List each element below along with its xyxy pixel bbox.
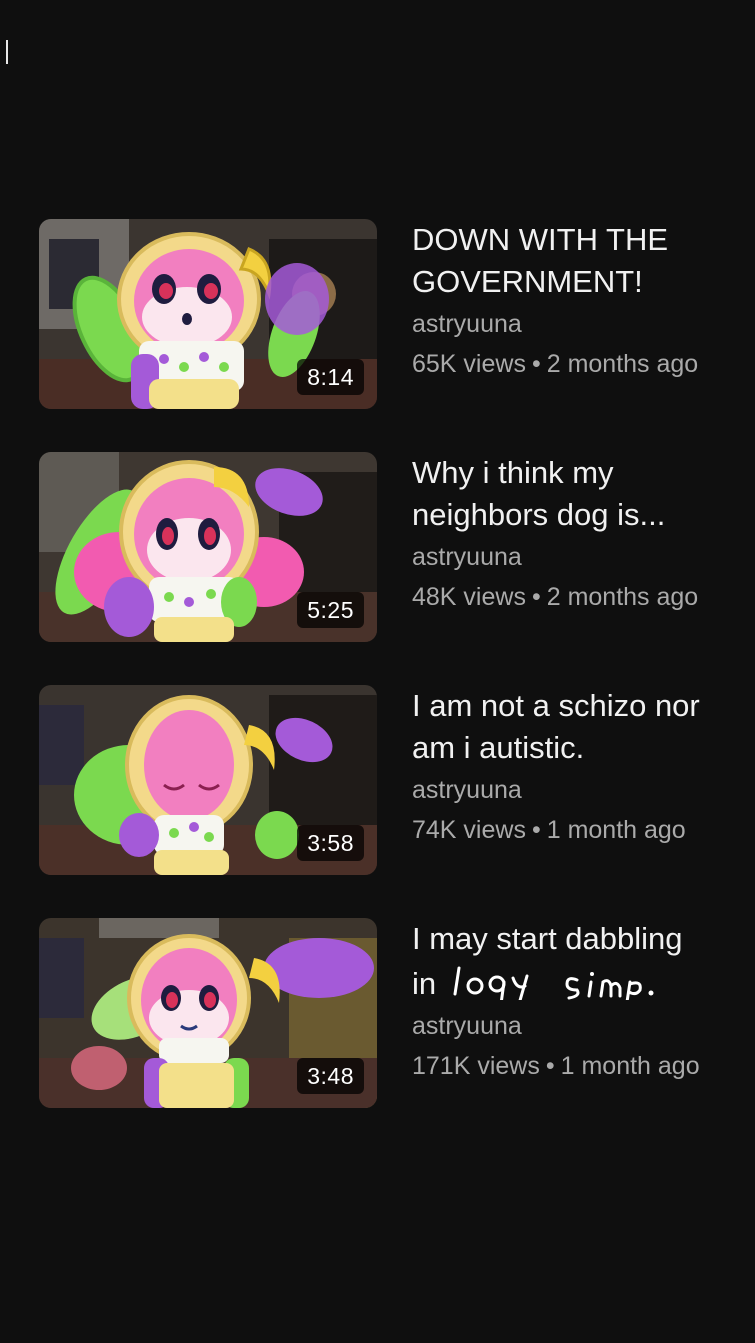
channel-name[interactable]: astryuuna xyxy=(412,309,755,339)
video-thumbnail[interactable]: 8:14 xyxy=(39,219,377,409)
channel-name[interactable]: astryuuna xyxy=(412,1011,755,1041)
separator-dot: • xyxy=(545,1052,555,1080)
separator-dot: • xyxy=(531,816,541,844)
video-duration: 5:25 xyxy=(297,592,364,628)
upload-age: 1 month ago xyxy=(546,816,686,844)
video-stats: 65K views • 2 months ago xyxy=(412,349,755,379)
video-meta: Why i think my neighbors dog is... astry… xyxy=(412,452,755,612)
video-meta: I may start dabbling in astryuuna 171K v… xyxy=(412,918,755,1081)
video-thumbnail[interactable]: 3:58 xyxy=(39,685,377,875)
view-count: 48K views xyxy=(412,583,526,611)
video-item[interactable]: 3:48 I may start dabbling in astryuuna 1… xyxy=(0,918,755,1110)
video-thumbnail[interactable]: 5:25 xyxy=(39,452,377,642)
video-stats: 48K views • 2 months ago xyxy=(412,582,755,612)
video-title[interactable]: I may start dabbling in xyxy=(412,918,755,1005)
separator-dot: • xyxy=(531,583,541,611)
channel-name[interactable]: astryuuna xyxy=(412,775,755,805)
upload-age: 2 months ago xyxy=(546,583,699,611)
view-count: 74K views xyxy=(412,816,526,844)
text-cursor xyxy=(6,40,8,64)
video-item[interactable]: 5:25 Why i think my neighbors dog is... … xyxy=(0,452,755,644)
video-stats: 171K views • 1 month ago xyxy=(412,1051,755,1081)
video-duration: 8:14 xyxy=(297,359,364,395)
video-title[interactable]: I am not a schizo nor am i autistic. xyxy=(412,685,755,769)
separator-dot: • xyxy=(531,350,541,378)
video-meta: DOWN WITH THE GOVERNMENT! astryuuna 65K … xyxy=(412,219,755,379)
scribble-text-icon xyxy=(453,966,654,1000)
video-title[interactable]: DOWN WITH THE GOVERNMENT! xyxy=(412,219,755,303)
video-item[interactable]: 8:14 DOWN WITH THE GOVERNMENT! astryuuna… xyxy=(0,219,755,411)
upload-age: 2 months ago xyxy=(546,350,699,378)
video-meta: I am not a schizo nor am i autistic. ast… xyxy=(412,685,755,845)
view-count: 171K views xyxy=(412,1052,540,1080)
view-count: 65K views xyxy=(412,350,526,378)
upload-age: 1 month ago xyxy=(560,1052,700,1080)
channel-name[interactable]: astryuuna xyxy=(412,542,755,572)
video-duration: 3:48 xyxy=(297,1058,364,1094)
video-thumbnail[interactable]: 3:48 xyxy=(39,918,377,1108)
video-item[interactable]: 3:58 I am not a schizo nor am i autistic… xyxy=(0,685,755,877)
video-stats: 74K views • 1 month ago xyxy=(412,815,755,845)
video-title[interactable]: Why i think my neighbors dog is... xyxy=(412,452,755,536)
video-duration: 3:58 xyxy=(297,825,364,861)
